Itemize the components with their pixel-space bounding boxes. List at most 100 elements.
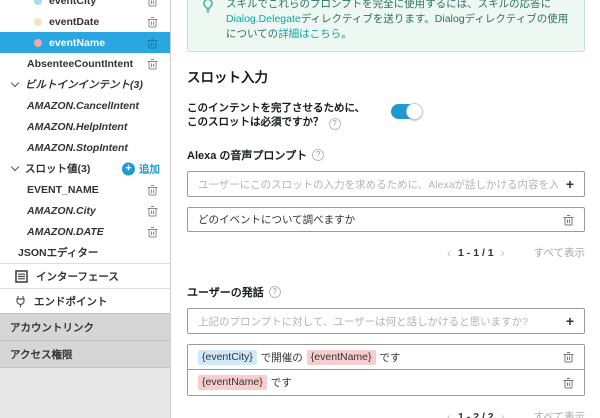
voice-prompt-placeholder: ユーザーにこのスロットの入力を求めるために、Alexaが話しかける内容を入力して… [198,178,558,191]
delete-icon[interactable] [563,377,574,389]
sidebar-item-label: AMAZON.StopIntent [27,141,128,154]
utterance-placeholder: 上記のプロンプトに対して、ユーザーは何と話しかけると思いますか? [198,315,528,328]
sidebar-filler [0,367,170,418]
sidebar-item-label: エンドポイント [34,295,108,308]
help-icon[interactable]: ? [328,118,341,130]
notice-text: 。 [341,28,352,40]
dialog-directive-notice: スキルでこれらのプロンプトを完全に使用するには、スキルの応答に Dialog.De… [187,0,585,52]
slot-chip-eventname[interactable]: {eventName} [306,349,376,365]
delete-icon[interactable] [147,16,158,28]
interfaces-icon [15,269,28,283]
accordion-label: アカウントリンク [10,321,94,334]
sidebar: eventCity eventDate eventName AbsenteeCo… [0,0,171,418]
help-icon[interactable]: ? [312,149,325,161]
voice-prompt-input[interactable]: ユーザーにこのスロットの入力を求めるために、Alexaが話しかける内容を入力して… [187,171,585,197]
sidebar-item-event-name-type[interactable]: EVENT_NAME [0,179,170,200]
utterance-list: {eventCity} で開催の {eventName} です {eventNa… [187,344,585,396]
sidebar-item-eventcity[interactable]: eventCity [0,0,170,11]
page-prev-icon[interactable]: ‹ [440,246,458,260]
delete-icon[interactable] [147,37,158,49]
slot-chip-eventname[interactable]: {eventName} [198,375,267,390]
sidebar-item-label: AMAZON.DATE [27,225,104,238]
page-prev-icon[interactable]: ‹ [440,410,458,418]
add-label: 追加 [139,163,160,175]
chevron-down-icon [10,162,20,172]
sidebar-item-label: AbsenteeCountIntent [27,57,134,70]
page-next-icon[interactable]: › [494,246,512,260]
prompt-text: どのイベントについて調べますか [198,214,356,226]
show-all-link[interactable]: すべて表示 [534,245,585,260]
sidebar-group-slot-values[interactable]: スロット値(3) + 追加 [0,158,170,179]
show-all-link[interactable]: すべて表示 [534,409,585,418]
help-icon[interactable]: ? [268,286,281,298]
prompt-item-row[interactable]: どのイベントについて調べますか [187,207,585,232]
sidebar-item-cancelintent[interactable]: AMAZON.CancelIntent [0,95,170,116]
slot-color-dot [34,17,42,26]
slot-required-question: このインテントを完了させるために、 このスロットは必須ですか？? [187,102,366,130]
main-panel: スキルでこれらのプロンプトを完全に使用するには、スキルの応答に Dialog.De… [171,0,600,418]
sidebar-item-label: AMAZON.City [27,204,96,217]
add-slot-value-button[interactable]: + 追加 [122,161,160,176]
utterance-text: です [270,377,292,389]
dialog-delegate-link[interactable]: Dialog.Delegate [226,13,301,25]
sidebar-item-label: EVENT_NAME [27,183,99,196]
sidebar-item-label: インターフェース [36,270,119,283]
slot-required-toggle-on[interactable] [391,103,424,120]
sidebar-item-json-editor[interactable]: JSONエディター [0,242,170,263]
chevron-down-icon [10,78,20,88]
slot-chip-eventcity[interactable]: {eventCity} [198,349,257,365]
delete-icon[interactable] [147,58,158,70]
sidebar-item-absenteecountintent[interactable]: AbsenteeCountIntent [0,53,170,74]
slot-required-row: このインテントを完了させるために、 このスロットは必須ですか？? [187,101,585,130]
sidebar-item-amazon-date[interactable]: AMAZON.DATE [0,221,170,242]
sidebar-item-label: AMAZON.HelpIntent [27,120,128,133]
sidebar-item-amazon-city[interactable]: AMAZON.City [0,200,170,221]
delete-icon[interactable] [147,226,158,238]
sidebar-item-endpoint[interactable]: エンドポイント [0,288,170,313]
sidebar-item-eventname-selected[interactable]: eventName [0,32,170,53]
utterance-pagination: ‹ 1 - 2 / 2 › すべて表示 [187,409,585,418]
slot-color-dot [34,38,42,47]
sidebar-list: eventCity eventDate eventName AbsenteeCo… [0,0,170,313]
sidebar-item-label: eventCity [49,0,97,7]
delete-icon[interactable] [563,351,574,363]
sidebar-item-eventdate[interactable]: eventDate [0,11,170,32]
sidebar-group-label: スロット値(3) [25,163,91,175]
lightbulb-icon [200,0,216,13]
utterance-row[interactable]: {eventCity} で開催の {eventName} です [188,345,584,370]
slot-color-dot [34,0,42,5]
delete-icon[interactable] [147,205,158,217]
add-prompt-button[interactable]: + [558,176,574,192]
utterance-text: です [379,351,401,364]
page-range: 1 - 2 / 2 [458,410,494,418]
details-link[interactable]: 詳細はこちら [278,28,341,40]
page-next-icon[interactable]: › [494,410,512,418]
page-range: 1 - 1 / 1 [458,246,494,259]
delete-icon[interactable] [147,184,158,196]
utterance-input[interactable]: 上記のプロンプトに対して、ユーザーは何と話しかけると思いますか? + [187,308,585,334]
toggle-knob [406,103,424,120]
sidebar-item-interfaces[interactable]: インターフェース [0,263,170,288]
sidebar-accordion-account-linking[interactable]: アカウントリンク [0,313,170,340]
user-utterances-label: ユーザーの発話? [187,284,585,300]
sidebar-item-stopintent[interactable]: AMAZON.StopIntent [0,137,170,158]
utterance-text: で開催の [260,351,303,364]
plus-circle-icon: + [122,162,135,175]
sidebar-item-label: JSONエディター [18,247,99,259]
sidebar-item-helpintent[interactable]: AMAZON.HelpIntent [0,116,170,137]
delete-icon[interactable] [563,214,574,226]
sidebar-item-label: AMAZON.CancelIntent [27,99,140,112]
voice-prompt-label: Alexa の音声プロンプト? [187,147,585,163]
sidebar-accordion-permissions[interactable]: アクセス権限 [0,340,170,367]
plug-icon [15,295,26,308]
sidebar-item-label: eventDate [49,15,100,28]
add-utterance-button[interactable]: + [558,313,574,329]
alexa-dev-console: eventCity eventDate eventName AbsenteeCo… [0,0,600,418]
sidebar-item-label: eventName [49,36,106,49]
delete-icon[interactable] [147,0,158,7]
sidebar-group-builtin-intents[interactable]: ビルトインインテント(3) [0,74,170,95]
prompt-pagination: ‹ 1 - 1 / 1 › すべて表示 [187,245,585,260]
utterance-row[interactable]: {eventName} です [188,370,584,395]
section-title-slot-filling: スロット入力 [187,70,268,85]
accordion-label: アクセス権限 [10,348,73,361]
